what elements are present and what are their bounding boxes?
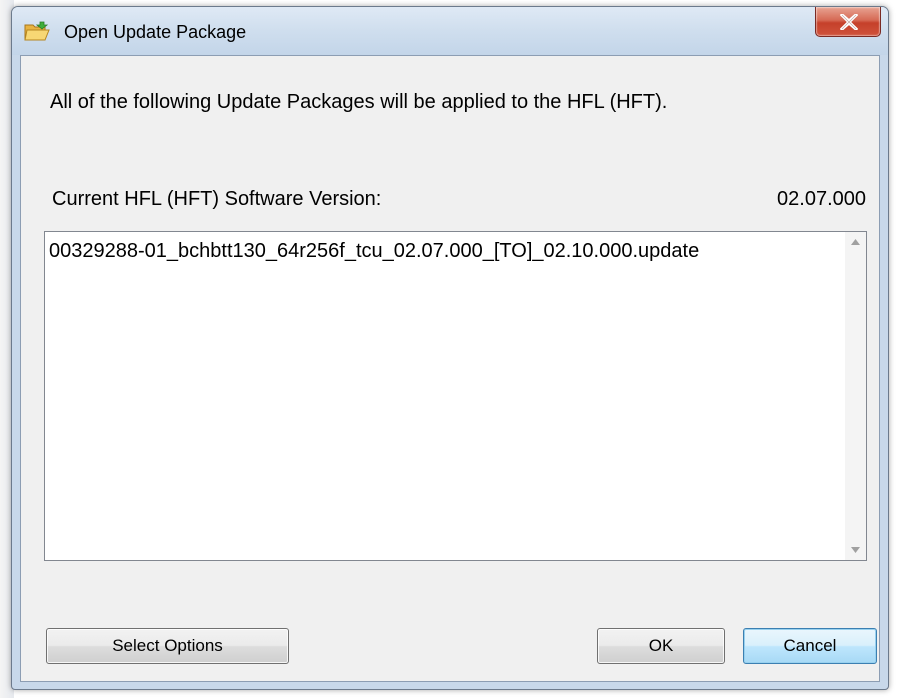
window-title: Open Update Package: [64, 22, 247, 42]
close-button[interactable]: [815, 7, 881, 37]
instruction-message: All of the following Update Packages wil…: [50, 91, 668, 113]
arrow-down-icon: [851, 547, 860, 553]
scroll-down-button[interactable]: [845, 540, 866, 560]
close-icon: [840, 14, 858, 30]
select-options-button[interactable]: Select Options: [46, 628, 289, 664]
folder-open-icon: [24, 21, 50, 43]
list-item[interactable]: 00329288-01_bchbtt130_64r256f_tcu_02.07.…: [49, 240, 699, 263]
title-bar[interactable]: Open Update Package: [12, 7, 888, 55]
scroll-up-button[interactable]: [845, 232, 866, 252]
ok-button[interactable]: OK: [597, 628, 725, 664]
update-package-list[interactable]: 00329288-01_bchbtt130_64r256f_tcu_02.07.…: [44, 231, 867, 561]
cancel-button[interactable]: Cancel: [743, 628, 877, 664]
arrow-up-icon: [851, 239, 860, 245]
dialog-client-area: All of the following Update Packages wil…: [20, 55, 880, 682]
current-version-value: 02.07.000: [777, 188, 866, 210]
open-update-package-dialog: Open Update Package All of the following…: [11, 6, 889, 690]
current-version-label: Current HFL (HFT) Software Version:: [52, 188, 382, 210]
vertical-scrollbar[interactable]: [845, 232, 866, 560]
